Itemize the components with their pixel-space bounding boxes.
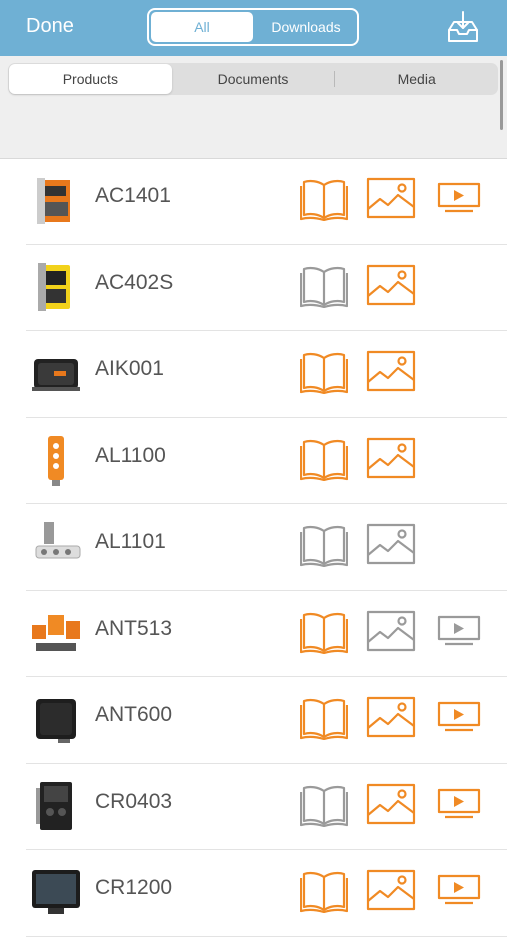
product-name: ANT600	[95, 703, 173, 726]
product-thumbnail	[32, 870, 80, 914]
tab-documents[interactable]: Documents	[172, 64, 335, 94]
product-thumbnail	[35, 522, 81, 559]
images-picture-icon[interactable]	[366, 783, 416, 825]
images-picture-icon[interactable]	[366, 869, 416, 911]
category-tabs: Products Documents Media	[8, 63, 498, 95]
images-picture-icon[interactable]	[366, 437, 416, 479]
documents-book-icon[interactable]	[300, 523, 348, 567]
product-row[interactable]: AC1401	[26, 158, 507, 245]
product-name: AIK001	[95, 357, 164, 380]
documents-book-icon[interactable]	[300, 264, 348, 308]
images-picture-icon[interactable]	[366, 523, 416, 565]
product-thumbnail	[48, 435, 64, 486]
product-thumbnail	[36, 781, 72, 830]
product-row[interactable]: AIK001	[26, 331, 507, 418]
images-picture-icon[interactable]	[366, 264, 416, 306]
product-row[interactable]: CR0403	[26, 764, 507, 850]
product-name: AL1101	[95, 530, 166, 553]
video-play-icon[interactable]	[437, 701, 481, 733]
tab-products[interactable]: Products	[9, 64, 172, 94]
images-picture-icon[interactable]	[366, 350, 416, 392]
scrollbar[interactable]	[500, 60, 503, 130]
product-row[interactable]: AL1101	[26, 504, 507, 591]
documents-book-icon[interactable]	[300, 869, 348, 913]
documents-book-icon[interactable]	[300, 350, 348, 394]
done-button[interactable]: Done	[26, 15, 74, 38]
product-name: ANT513	[95, 616, 173, 640]
product-thumbnail	[37, 178, 70, 224]
product-name: AL1100	[95, 443, 166, 467]
product-thumbnail	[38, 262, 70, 311]
images-picture-icon[interactable]	[366, 696, 416, 738]
filter-segmented-control: All Downloads	[147, 8, 359, 46]
product-row[interactable]: ANT600	[26, 677, 507, 764]
product-name: CR0403	[95, 789, 173, 813]
product-name: AC402S	[95, 270, 174, 294]
product-name: CR1200	[95, 876, 173, 899]
product-thumbnail	[32, 614, 80, 651]
tab-media[interactable]: Media	[335, 64, 498, 94]
documents-book-icon[interactable]	[300, 177, 348, 221]
video-play-icon[interactable]	[437, 182, 481, 214]
product-row[interactable]: AL1100	[26, 418, 507, 504]
product-row[interactable]: AC402S	[26, 245, 507, 331]
segment-downloads[interactable]: Downloads	[255, 10, 357, 44]
category-tab-bar: Products Documents Media	[0, 56, 507, 159]
images-picture-icon[interactable]	[366, 177, 416, 219]
product-thumbnail	[36, 699, 76, 743]
documents-book-icon[interactable]	[300, 610, 348, 654]
video-play-icon[interactable]	[437, 615, 481, 647]
documents-book-icon[interactable]	[300, 783, 348, 827]
images-picture-icon[interactable]	[366, 610, 416, 652]
documents-book-icon[interactable]	[300, 437, 348, 481]
video-play-icon[interactable]	[437, 788, 481, 820]
video-play-icon[interactable]	[437, 874, 481, 906]
product-list: AC1401 AC402S AIK001 AL1100 AL1101 ANT513 ANT6…	[0, 158, 507, 937]
product-name: AC1401	[95, 184, 171, 207]
product-thumbnail	[32, 359, 80, 391]
product-row[interactable]: CR1200	[26, 850, 507, 937]
product-row[interactable]: ANT513	[26, 591, 507, 677]
top-bar: Done All Downloads	[0, 0, 507, 56]
tray-download-icon[interactable]	[446, 10, 480, 44]
segment-all[interactable]: All	[151, 12, 253, 42]
documents-book-icon[interactable]	[300, 696, 348, 740]
